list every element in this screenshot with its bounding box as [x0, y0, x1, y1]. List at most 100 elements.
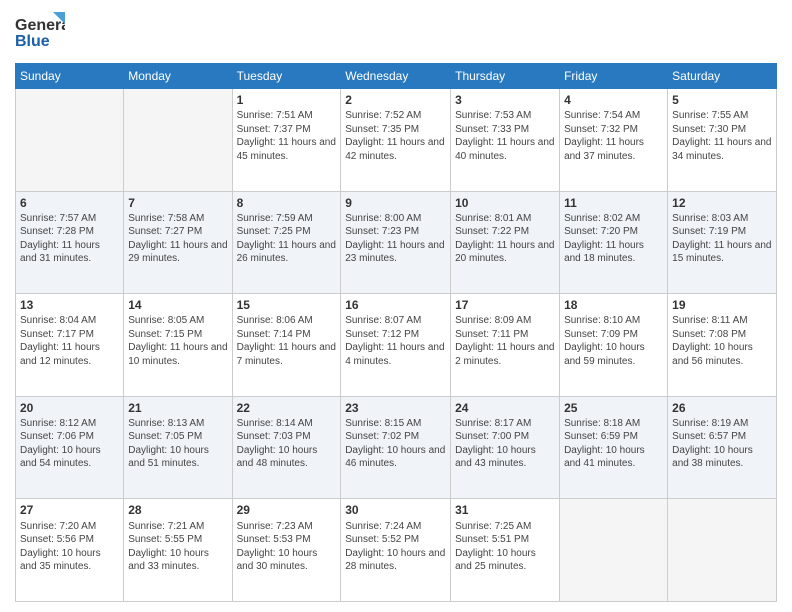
calendar-week-row: 13Sunrise: 8:04 AM Sunset: 7:17 PM Dayli…	[16, 294, 777, 397]
day-number: 24	[455, 400, 555, 416]
day-number: 12	[672, 195, 772, 211]
day-info: Sunrise: 8:07 AM Sunset: 7:12 PM Dayligh…	[345, 314, 446, 368]
day-number: 23	[345, 400, 446, 416]
weekday-header-row: SundayMondayTuesdayWednesdayThursdayFrid…	[16, 64, 777, 89]
calendar-cell: 15Sunrise: 8:06 AM Sunset: 7:14 PM Dayli…	[232, 294, 341, 397]
weekday-header-monday: Monday	[124, 64, 232, 89]
day-info: Sunrise: 8:12 AM Sunset: 7:06 PM Dayligh…	[20, 417, 119, 471]
calendar-cell: 12Sunrise: 8:03 AM Sunset: 7:19 PM Dayli…	[668, 191, 777, 294]
day-number: 7	[128, 195, 227, 211]
day-number: 15	[237, 297, 337, 313]
day-info: Sunrise: 8:17 AM Sunset: 7:00 PM Dayligh…	[455, 417, 555, 471]
day-number: 27	[20, 502, 119, 518]
day-info: Sunrise: 7:25 AM Sunset: 5:51 PM Dayligh…	[455, 520, 555, 574]
calendar-cell: 10Sunrise: 8:01 AM Sunset: 7:22 PM Dayli…	[451, 191, 560, 294]
calendar-cell: 8Sunrise: 7:59 AM Sunset: 7:25 PM Daylig…	[232, 191, 341, 294]
calendar-cell: 16Sunrise: 8:07 AM Sunset: 7:12 PM Dayli…	[341, 294, 451, 397]
day-number: 6	[20, 195, 119, 211]
day-number: 28	[128, 502, 227, 518]
calendar-cell	[16, 89, 124, 192]
day-info: Sunrise: 8:00 AM Sunset: 7:23 PM Dayligh…	[345, 212, 446, 266]
day-number: 8	[237, 195, 337, 211]
day-info: Sunrise: 7:54 AM Sunset: 7:32 PM Dayligh…	[564, 109, 663, 163]
calendar-week-row: 1Sunrise: 7:51 AM Sunset: 7:37 PM Daylig…	[16, 89, 777, 192]
weekday-header-saturday: Saturday	[668, 64, 777, 89]
calendar-table: SundayMondayTuesdayWednesdayThursdayFrid…	[15, 63, 777, 602]
weekday-header-friday: Friday	[560, 64, 668, 89]
day-number: 1	[237, 92, 337, 108]
day-number: 5	[672, 92, 772, 108]
day-number: 3	[455, 92, 555, 108]
calendar-cell: 21Sunrise: 8:13 AM Sunset: 7:05 PM Dayli…	[124, 396, 232, 499]
calendar-cell: 29Sunrise: 7:23 AM Sunset: 5:53 PM Dayli…	[232, 499, 341, 602]
day-number: 26	[672, 400, 772, 416]
day-info: Sunrise: 7:24 AM Sunset: 5:52 PM Dayligh…	[345, 520, 446, 574]
page-container: General Blue SundayMondayTuesdayWednesda…	[0, 0, 792, 612]
calendar-cell: 14Sunrise: 8:05 AM Sunset: 7:15 PM Dayli…	[124, 294, 232, 397]
day-info: Sunrise: 8:11 AM Sunset: 7:08 PM Dayligh…	[672, 314, 772, 368]
day-info: Sunrise: 8:18 AM Sunset: 6:59 PM Dayligh…	[564, 417, 663, 471]
calendar-cell: 2Sunrise: 7:52 AM Sunset: 7:35 PM Daylig…	[341, 89, 451, 192]
calendar-week-row: 27Sunrise: 7:20 AM Sunset: 5:56 PM Dayli…	[16, 499, 777, 602]
day-number: 31	[455, 502, 555, 518]
weekday-header-thursday: Thursday	[451, 64, 560, 89]
calendar-cell: 27Sunrise: 7:20 AM Sunset: 5:56 PM Dayli…	[16, 499, 124, 602]
day-number: 21	[128, 400, 227, 416]
calendar-cell: 30 Sunrise: 7:24 AM Sunset: 5:52 PM Dayli…	[341, 499, 451, 602]
day-number: 14	[128, 297, 227, 313]
day-number: 29	[237, 502, 337, 518]
day-info: Sunrise: 8:10 AM Sunset: 7:09 PM Dayligh…	[564, 314, 663, 368]
calendar-cell: 7Sunrise: 7:58 AM Sunset: 7:27 PM Daylig…	[124, 191, 232, 294]
calendar-cell: 17Sunrise: 8:09 AM Sunset: 7:11 PM Dayli…	[451, 294, 560, 397]
day-number: 4	[564, 92, 663, 108]
day-info: Sunrise: 8:09 AM Sunset: 7:11 PM Dayligh…	[455, 314, 555, 368]
day-number: 18	[564, 297, 663, 313]
day-info: Sunrise: 8:04 AM Sunset: 7:17 PM Dayligh…	[20, 314, 119, 368]
day-number: 30	[345, 502, 446, 518]
weekday-header-wednesday: Wednesday	[341, 64, 451, 89]
day-number: 2	[345, 92, 446, 108]
svg-text:General: General	[15, 17, 65, 34]
day-info: Sunrise: 7:51 AM Sunset: 7:37 PM Dayligh…	[237, 109, 337, 163]
calendar-cell: 23Sunrise: 8:15 AM Sunset: 7:02 PM Dayli…	[341, 396, 451, 499]
day-number: 11	[564, 195, 663, 211]
day-info: Sunrise: 8:14 AM Sunset: 7:03 PM Dayligh…	[237, 417, 337, 471]
calendar-cell: 5Sunrise: 7:55 AM Sunset: 7:30 PM Daylig…	[668, 89, 777, 192]
day-number: 10	[455, 195, 555, 211]
day-number: 22	[237, 400, 337, 416]
calendar-cell: 11Sunrise: 8:02 AM Sunset: 7:20 PM Dayli…	[560, 191, 668, 294]
calendar-cell: 4Sunrise: 7:54 AM Sunset: 7:32 PM Daylig…	[560, 89, 668, 192]
day-number: 16	[345, 297, 446, 313]
calendar-cell: 20Sunrise: 8:12 AM Sunset: 7:06 PM Dayli…	[16, 396, 124, 499]
day-number: 17	[455, 297, 555, 313]
calendar-cell: 26Sunrise: 8:19 AM Sunset: 6:57 PM Dayli…	[668, 396, 777, 499]
day-info: Sunrise: 8:19 AM Sunset: 6:57 PM Dayligh…	[672, 417, 772, 471]
calendar-week-row: 20Sunrise: 8:12 AM Sunset: 7:06 PM Dayli…	[16, 396, 777, 499]
calendar-cell: 13Sunrise: 8:04 AM Sunset: 7:17 PM Dayli…	[16, 294, 124, 397]
svg-text:Blue: Blue	[15, 33, 50, 50]
calendar-cell: 9Sunrise: 8:00 AM Sunset: 7:23 PM Daylig…	[341, 191, 451, 294]
day-info: Sunrise: 7:59 AM Sunset: 7:25 PM Dayligh…	[237, 212, 337, 266]
day-info: Sunrise: 7:52 AM Sunset: 7:35 PM Dayligh…	[345, 109, 446, 163]
day-info: Sunrise: 8:13 AM Sunset: 7:05 PM Dayligh…	[128, 417, 227, 471]
day-info: Sunrise: 8:02 AM Sunset: 7:20 PM Dayligh…	[564, 212, 663, 266]
calendar-week-row: 6Sunrise: 7:57 AM Sunset: 7:28 PM Daylig…	[16, 191, 777, 294]
day-info: Sunrise: 7:58 AM Sunset: 7:27 PM Dayligh…	[128, 212, 227, 266]
logo: General Blue	[15, 10, 65, 55]
calendar-cell	[124, 89, 232, 192]
day-number: 13	[20, 297, 119, 313]
calendar-cell: 31 Sunrise: 7:25 AM Sunset: 5:51 PM Dayli…	[451, 499, 560, 602]
calendar-cell	[560, 499, 668, 602]
day-info: Sunrise: 7:57 AM Sunset: 7:28 PM Dayligh…	[20, 212, 119, 266]
calendar-cell: 1Sunrise: 7:51 AM Sunset: 7:37 PM Daylig…	[232, 89, 341, 192]
day-info: Sunrise: 8:01 AM Sunset: 7:22 PM Dayligh…	[455, 212, 555, 266]
calendar-cell: 19Sunrise: 8:11 AM Sunset: 7:08 PM Dayli…	[668, 294, 777, 397]
day-number: 9	[345, 195, 446, 211]
header: General Blue	[15, 10, 777, 55]
day-info: Sunrise: 8:03 AM Sunset: 7:19 PM Dayligh…	[672, 212, 772, 266]
logo-svg: General Blue	[15, 10, 65, 55]
day-info: Sunrise: 8:15 AM Sunset: 7:02 PM Dayligh…	[345, 417, 446, 471]
day-info: Sunrise: 7:53 AM Sunset: 7:33 PM Dayligh…	[455, 109, 555, 163]
calendar-cell	[668, 499, 777, 602]
calendar-cell: 3Sunrise: 7:53 AM Sunset: 7:33 PM Daylig…	[451, 89, 560, 192]
